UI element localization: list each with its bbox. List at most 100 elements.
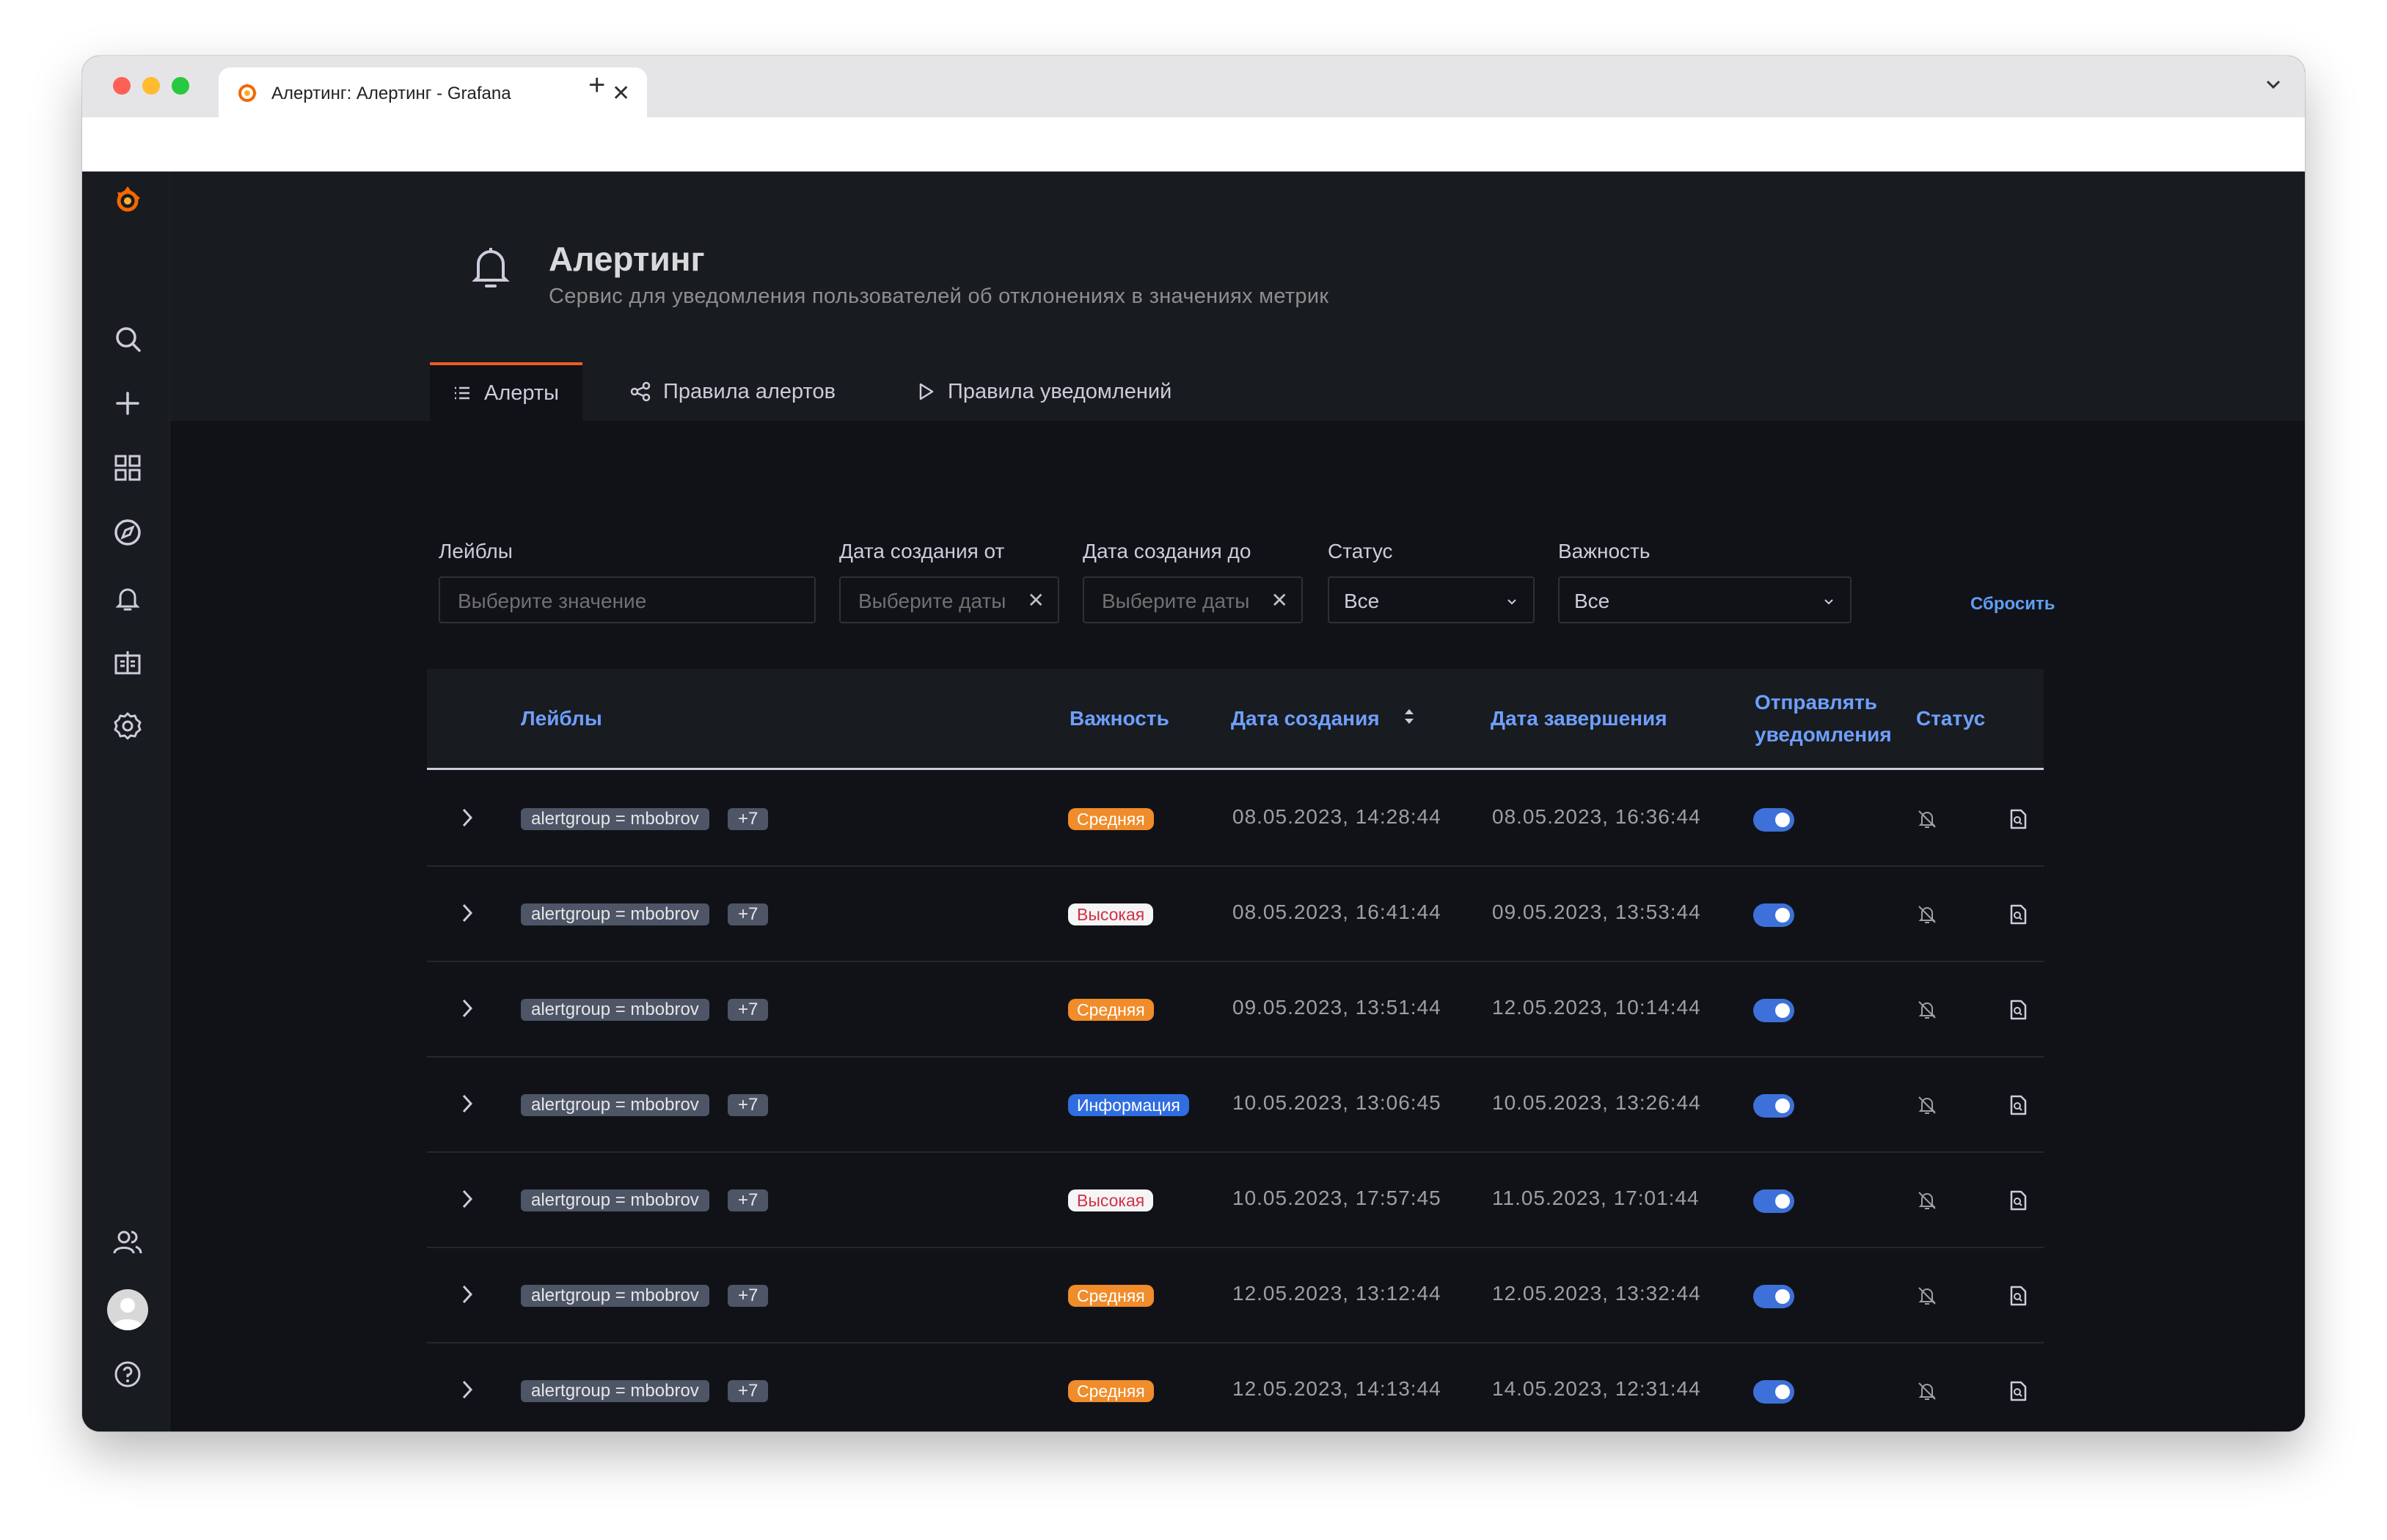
- notify-toggle[interactable]: [1753, 1285, 1794, 1308]
- close-tab-button[interactable]: ✕: [612, 81, 630, 106]
- reset-filters-link[interactable]: Сбросить: [1970, 594, 2055, 615]
- tab-alert-rules[interactable]: Правила алертов: [629, 362, 836, 421]
- table-row[interactable]: alertgroup = mbobrov +7 Средняя 08.05.20…: [427, 771, 2044, 867]
- document-view-icon[interactable]: [2007, 903, 2029, 929]
- labels-filter-input[interactable]: Выберите значение: [439, 576, 816, 623]
- status-select-value: Все: [1344, 590, 1380, 612]
- new-tab-button[interactable]: +: [588, 70, 605, 100]
- users-icon[interactable]: [112, 1226, 144, 1258]
- notify-toggle[interactable]: [1753, 903, 1794, 927]
- column-header-notify-line1: Отправлять: [1755, 691, 1877, 714]
- bell-slash-icon[interactable]: [1916, 903, 1938, 929]
- column-header-notify[interactable]: Отправлять уведомления: [1755, 686, 1892, 751]
- alerting-bell-icon[interactable]: [112, 582, 144, 615]
- document-view-icon[interactable]: [2007, 1380, 2029, 1406]
- table-row[interactable]: alertgroup = mbobrov +7 Информация 10.05…: [427, 1057, 2044, 1153]
- severity-badge: Средняя: [1068, 808, 1154, 830]
- more-labels-chip[interactable]: +7: [728, 1189, 769, 1211]
- column-header-labels[interactable]: Лейблы: [521, 703, 602, 735]
- more-labels-chip[interactable]: +7: [728, 903, 769, 925]
- table-row[interactable]: alertgroup = mbobrov +7 Средняя 12.05.20…: [427, 1343, 2044, 1431]
- label-chip[interactable]: alertgroup = mbobrov: [521, 1094, 709, 1116]
- close-window-button[interactable]: [113, 77, 131, 95]
- date-from-label: Дата создания от: [839, 540, 1005, 562]
- column-header-status[interactable]: Статус: [1916, 703, 1985, 735]
- table-row[interactable]: alertgroup = mbobrov +7 Высокая 08.05.20…: [427, 867, 2044, 962]
- clear-date-from-button[interactable]: ✕: [1028, 588, 1045, 612]
- bell-slash-icon[interactable]: [1916, 1094, 1938, 1120]
- reports-icon[interactable]: [112, 647, 144, 679]
- bell-slash-icon[interactable]: [1916, 999, 1938, 1024]
- more-labels-chip[interactable]: +7: [728, 1285, 769, 1307]
- column-header-severity[interactable]: Важность: [1070, 703, 1169, 735]
- notify-toggle[interactable]: [1753, 1189, 1794, 1213]
- notify-toggle[interactable]: [1753, 808, 1794, 832]
- chevron-right-icon[interactable]: [459, 1187, 475, 1215]
- column-header-finished[interactable]: Дата завершения: [1491, 703, 1667, 735]
- severity-badge: Высокая: [1068, 903, 1154, 925]
- label-chip[interactable]: alertgroup = mbobrov: [521, 1380, 709, 1402]
- bell-slash-icon[interactable]: [1916, 808, 1938, 834]
- list-icon: [455, 386, 469, 400]
- browser-tab[interactable]: Алертинг: Алертинг - Grafana ✕: [219, 67, 647, 117]
- settings-gear-icon[interactable]: [112, 710, 144, 742]
- plus-icon[interactable]: [112, 387, 144, 419]
- more-labels-chip[interactable]: +7: [728, 999, 769, 1021]
- finished-date: 12.05.2023, 10:14:44: [1492, 996, 1701, 1019]
- label-chip[interactable]: alertgroup = mbobrov: [521, 1285, 709, 1307]
- chevron-right-icon[interactable]: [459, 901, 475, 929]
- search-icon[interactable]: [112, 323, 144, 355]
- dashboards-icon[interactable]: [112, 452, 144, 484]
- document-view-icon[interactable]: [2007, 1285, 2029, 1310]
- avatar[interactable]: [107, 1289, 148, 1330]
- help-icon[interactable]: [112, 1358, 144, 1390]
- play-outline-icon: [919, 383, 934, 400]
- explore-compass-icon[interactable]: [112, 516, 144, 549]
- status-select[interactable]: Все: [1328, 576, 1535, 623]
- more-labels-chip[interactable]: +7: [728, 1094, 769, 1116]
- tab-alerts[interactable]: Алерты: [430, 362, 582, 421]
- created-date: 12.05.2023, 13:12:44: [1232, 1282, 1441, 1305]
- severity-filter-label: Важность: [1558, 540, 1651, 562]
- severity-select[interactable]: Все: [1558, 576, 1852, 623]
- date-to-placeholder: Выберите даты: [1102, 590, 1250, 612]
- sort-icon[interactable]: [1403, 705, 1416, 731]
- chevron-right-icon[interactable]: [459, 1091, 475, 1120]
- label-chip[interactable]: alertgroup = mbobrov: [521, 999, 709, 1021]
- chevron-right-icon[interactable]: [459, 805, 475, 834]
- bell-slash-icon[interactable]: [1916, 1189, 1938, 1215]
- notify-toggle[interactable]: [1753, 999, 1794, 1022]
- share-nodes-icon: [630, 381, 651, 402]
- maximize-window-button[interactable]: [172, 77, 189, 95]
- more-labels-chip[interactable]: +7: [728, 1380, 769, 1402]
- label-chip[interactable]: alertgroup = mbobrov: [521, 808, 709, 830]
- clear-date-to-button[interactable]: ✕: [1271, 588, 1288, 612]
- bell-slash-icon[interactable]: [1916, 1380, 1938, 1406]
- document-view-icon[interactable]: [2007, 1094, 2029, 1120]
- minimize-window-button[interactable]: [142, 77, 160, 95]
- chevron-right-icon[interactable]: [459, 1282, 475, 1310]
- table-row[interactable]: alertgroup = mbobrov +7 Средняя 09.05.20…: [427, 962, 2044, 1057]
- toggle-knob: [1775, 1289, 1790, 1304]
- finished-date: 10.05.2023, 13:26:44: [1492, 1091, 1701, 1114]
- notify-toggle[interactable]: [1753, 1380, 1794, 1404]
- date-from-input[interactable]: Выберите даты ✕: [839, 576, 1059, 623]
- tab-notification-rules[interactable]: Правила уведомлений: [915, 362, 1171, 421]
- finished-date: 12.05.2023, 13:32:44: [1492, 1282, 1701, 1305]
- chevron-down-icon[interactable]: [2264, 75, 2283, 98]
- document-view-icon[interactable]: [2007, 808, 2029, 834]
- label-chip[interactable]: alertgroup = mbobrov: [521, 1189, 709, 1211]
- more-labels-chip[interactable]: +7: [728, 808, 769, 830]
- table-row[interactable]: alertgroup = mbobrov +7 Высокая 10.05.20…: [427, 1153, 2044, 1248]
- chevron-right-icon[interactable]: [459, 996, 475, 1024]
- chevron-right-icon[interactable]: [459, 1377, 475, 1406]
- document-view-icon[interactable]: [2007, 1189, 2029, 1215]
- table-row[interactable]: alertgroup = mbobrov +7 Средняя 12.05.20…: [427, 1248, 2044, 1343]
- grafana-logo-icon[interactable]: [112, 183, 144, 216]
- date-to-input[interactable]: Выберите даты ✕: [1083, 576, 1303, 623]
- bell-slash-icon[interactable]: [1916, 1285, 1938, 1310]
- column-header-created[interactable]: Дата создания: [1231, 703, 1380, 735]
- label-chip[interactable]: alertgroup = mbobrov: [521, 903, 709, 925]
- notify-toggle[interactable]: [1753, 1094, 1794, 1118]
- document-view-icon[interactable]: [2007, 999, 2029, 1024]
